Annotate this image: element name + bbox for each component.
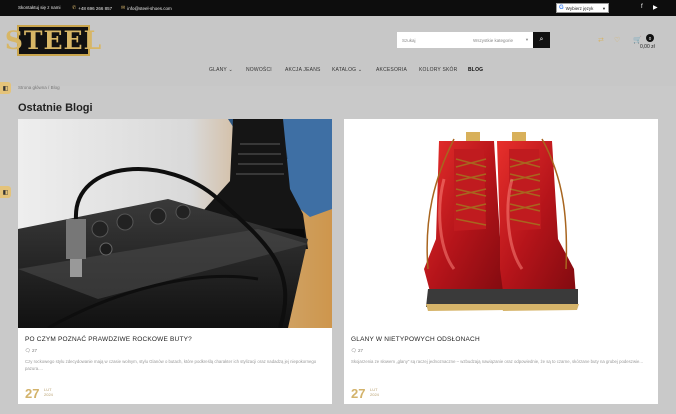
breadcrumb-home[interactable]: Strona główna bbox=[18, 85, 47, 90]
top-bar: Skontaktuj się z nami ✆ +48 696 266 857 … bbox=[0, 0, 676, 16]
nav-item-blog[interactable]: BLOG bbox=[468, 67, 483, 73]
search-icon: ⌕ bbox=[539, 36, 544, 43]
search-button[interactable]: ⌕ bbox=[533, 32, 550, 48]
blog-card[interactable]: PO CZYM POZNAĆ PRAWDZIWE ROCKOWE BUTY? 🗨… bbox=[18, 119, 332, 404]
map-icon[interactable]: ◧ bbox=[0, 82, 11, 94]
phone-link[interactable]: ✆ +48 696 266 857 bbox=[72, 5, 112, 11]
contact-label: Skontaktuj się z nami bbox=[18, 5, 61, 10]
search-input[interactable]: Szukaj Wszystkie kategorie ▼ bbox=[397, 32, 533, 48]
post-day: 27 bbox=[25, 386, 40, 401]
post-date: LUT 2024 bbox=[44, 387, 53, 397]
phone-icon: ✆ bbox=[72, 5, 77, 11]
nav-item-akcesoria[interactable]: AKCESORIA bbox=[376, 67, 407, 73]
post-year: 2024 bbox=[44, 392, 53, 397]
blog-excerpt: Czy rockowego stylu zdecydowanie mają w … bbox=[25, 359, 317, 371]
comment-count: 🗨 27 bbox=[351, 348, 363, 354]
cart-count-badge: 0 bbox=[646, 34, 654, 42]
blog-title[interactable]: GLANY W NIETYPOWYCH ODSŁONACH bbox=[351, 336, 480, 343]
amplifier-boots-photo bbox=[18, 119, 332, 328]
language-label: Wybierz język bbox=[565, 5, 594, 11]
post-day: 27 bbox=[351, 386, 366, 401]
email-link[interactable]: ✉ info@steel-shoes.com bbox=[121, 5, 172, 11]
comment-icon: 🗨 bbox=[351, 348, 357, 353]
nav-label: KATALOG bbox=[332, 67, 357, 73]
cart-icon[interactable]: 🛒 bbox=[633, 36, 642, 44]
blog-title[interactable]: PO CZYM POZNAĆ PRAWDZIWE ROCKOWE BUTY? bbox=[25, 336, 192, 343]
nav-item-akcja-jeans[interactable]: AKCJA JEANS bbox=[285, 67, 321, 73]
logo[interactable]: STEEL bbox=[5, 25, 101, 56]
google-icon: G bbox=[559, 5, 564, 11]
language-select[interactable]: G Wybierz język ▼ bbox=[556, 3, 609, 13]
nav-item-katalog[interactable]: KATALOG ⌄ bbox=[332, 67, 362, 73]
main-nav: GLANY ⌄ NOWOŚCI AKCJA JEANS KATALOG ⌄ AK… bbox=[0, 66, 676, 76]
chevron-down-icon: ▼ bbox=[525, 37, 529, 42]
blog-excerpt: Skojarzenia ze słowem „glany" są raczej … bbox=[351, 359, 643, 364]
cart-total: 0,00 zł bbox=[640, 44, 655, 50]
comment-icon: 🗨 bbox=[25, 348, 31, 353]
page-title: Ostatnie Blogi bbox=[18, 102, 93, 114]
search-category-select[interactable]: Wszystkie kategorie bbox=[473, 38, 513, 43]
red-boots-photo bbox=[344, 119, 658, 328]
blog-image[interactable] bbox=[344, 119, 658, 328]
comment-count-value: 27 bbox=[357, 348, 363, 353]
wishlist-icon[interactable]: ♡ bbox=[614, 36, 620, 44]
breadcrumb-current: Blog bbox=[50, 85, 60, 90]
phone-number: +48 696 266 857 bbox=[78, 5, 113, 11]
post-year: 2024 bbox=[370, 392, 379, 397]
chevron-down-icon: ▼ bbox=[602, 5, 606, 11]
mail-icon: ✉ bbox=[121, 5, 126, 11]
post-date: LUT 2024 bbox=[370, 387, 379, 397]
email-address: info@steel-shoes.com bbox=[127, 5, 172, 11]
blog-card[interactable]: GLANY W NIETYPOWYCH ODSŁONACH 🗨 27 Skoja… bbox=[344, 119, 658, 404]
youtube-icon[interactable]: ▶ bbox=[653, 4, 658, 11]
comment-count: 🗨 27 bbox=[25, 348, 37, 354]
blog-image[interactable] bbox=[18, 119, 332, 328]
nav-item-nowosci[interactable]: NOWOŚCI bbox=[246, 67, 272, 73]
facebook-icon[interactable]: f bbox=[641, 4, 643, 10]
nav-label: GLANY bbox=[209, 67, 227, 73]
map-icon[interactable]: ◧ bbox=[0, 186, 11, 198]
contact-link[interactable]: Skontaktuj się z nami bbox=[18, 5, 61, 10]
search-placeholder: Szukaj bbox=[402, 38, 416, 43]
breadcrumb: Strona główna / Blog bbox=[18, 85, 60, 90]
compare-icon[interactable]: ⇄ bbox=[598, 36, 604, 44]
comment-count-value: 27 bbox=[31, 348, 37, 353]
logo-text: STEEL bbox=[4, 26, 103, 55]
nav-item-kolory-skor[interactable]: KOLORY SKÓR bbox=[419, 67, 457, 73]
nav-item-glany[interactable]: GLANY ⌄ bbox=[209, 67, 233, 73]
